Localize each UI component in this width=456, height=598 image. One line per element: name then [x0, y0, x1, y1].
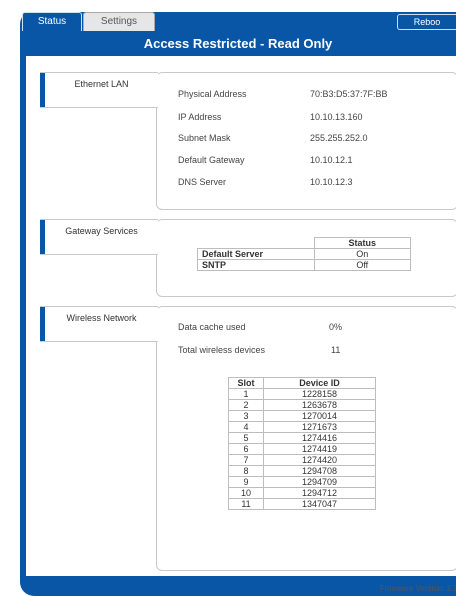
tab-bar: Status Settings Reboo	[20, 12, 456, 31]
table-row: 10 1294712	[228, 487, 376, 499]
slot-cell: 11	[228, 498, 264, 510]
slot-cell: 4	[228, 421, 264, 433]
status-header: Status	[313, 237, 411, 249]
devices-value: 11	[331, 345, 341, 355]
table-row: 9 1294709	[228, 476, 376, 488]
device-id-cell: 1347047	[263, 498, 376, 510]
ethernet-label: IP Address	[178, 112, 222, 122]
device-id-cell: 1274420	[263, 454, 376, 466]
gateway-table: Status Default Server On SNTP Off	[197, 237, 411, 271]
slot-cell: 3	[228, 410, 264, 422]
device-id-cell: 1228158	[263, 388, 376, 400]
ethernet-label: DNS Server	[178, 177, 227, 187]
slot-cell: 2	[228, 399, 264, 411]
device-id-cell: 1270014	[263, 410, 376, 422]
slot-cell: 1	[228, 388, 264, 400]
service-name: SNTP	[197, 259, 315, 271]
device-id-cell: 1271673	[263, 421, 376, 433]
tab-status[interactable]: Status	[22, 12, 82, 31]
device-table: Slot Device ID 1 1228158 2 1263678 3 1270014 4…	[228, 377, 376, 510]
table-row: 8 1294708	[228, 465, 376, 477]
tab-settings[interactable]: Settings	[83, 12, 155, 31]
ethernet-label: Subnet Mask	[178, 133, 231, 143]
table-row: 4 1271673	[228, 421, 376, 433]
table-row: SNTP Off	[197, 259, 411, 271]
wireless-title: Wireless Network	[66, 313, 137, 323]
ethernet-label: Default Gateway	[178, 155, 245, 165]
device-table-body: 1 1228158 2 1263678 3 1270014 4 1271673 5 1274416…	[228, 388, 376, 510]
reboot-button[interactable]: Reboo	[397, 14, 456, 30]
ethernet-value: 10.10.12.1	[310, 155, 353, 165]
table-row: 3 1270014	[228, 410, 376, 422]
table-row: 7 1274420	[228, 454, 376, 466]
slot-cell: 7	[228, 454, 264, 466]
table-row: Default Server On	[197, 248, 411, 260]
device-id-header: Device ID	[263, 377, 376, 389]
table-row: 1 1228158	[228, 388, 376, 400]
slot-cell: 5	[228, 432, 264, 444]
firmware-version: Firmware Version: 1.2.	[379, 584, 456, 593]
table-row: 5 1274416	[228, 432, 376, 444]
service-status: Off	[313, 259, 411, 271]
device-id-cell: 1274419	[263, 443, 376, 455]
ethernet-value: 10.10.12.3	[310, 177, 353, 187]
wireless-section-label: Wireless Network	[40, 306, 158, 342]
ethernet-value: 255.255.252.0	[310, 133, 368, 143]
cache-label: Data cache used	[178, 322, 246, 332]
table-corner	[198, 238, 315, 249]
cache-value: 0%	[329, 322, 343, 332]
table-header-row: Slot Device ID	[228, 377, 376, 389]
page-title: Access Restricted - Read Only	[143, 36, 333, 51]
slot-cell: 8	[228, 465, 264, 477]
ethernet-label: Physical Address	[178, 89, 247, 99]
table-row: 6 1274419	[228, 443, 376, 455]
ethernet-section-label: Ethernet LAN	[40, 72, 158, 108]
table-row: 11 1347047	[228, 498, 376, 510]
gateway-section-label: Gateway Services	[40, 219, 158, 255]
ethernet-value: 10.10.13.160	[310, 112, 363, 122]
slot-cell: 6	[228, 443, 264, 455]
device-id-cell: 1274416	[263, 432, 376, 444]
service-status: On	[313, 248, 411, 260]
service-name: Default Server	[197, 248, 315, 260]
slot-cell: 10	[228, 487, 264, 499]
device-id-cell: 1294712	[263, 487, 376, 499]
gateway-title: Gateway Services	[65, 226, 138, 236]
devices-label: Total wireless devices	[178, 345, 266, 355]
ethernet-value: 70:B3:D5:37:7F:BB	[310, 89, 388, 99]
device-id-cell: 1294709	[263, 476, 376, 488]
ethernet-title: Ethernet LAN	[74, 79, 129, 89]
table-header-row: Status	[198, 237, 411, 249]
device-id-cell: 1263678	[263, 399, 376, 411]
slot-header: Slot	[228, 377, 264, 389]
device-id-cell: 1294708	[263, 465, 376, 477]
table-row: 2 1263678	[228, 399, 376, 411]
slot-cell: 9	[228, 476, 264, 488]
